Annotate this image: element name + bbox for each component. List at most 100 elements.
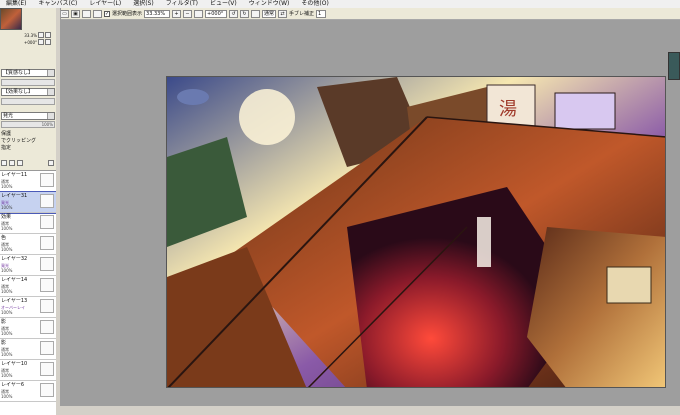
- rotate-reset-icon[interactable]: [251, 9, 261, 18]
- layer-thumbnail: [40, 341, 54, 355]
- rotate-left-icon[interactable]: [38, 39, 44, 45]
- layer-thumbnail: [40, 278, 54, 292]
- layer-thumbnail: [40, 320, 54, 334]
- paper-texture-value: 【質感なし】: [3, 70, 34, 76]
- protect-option[interactable]: 保護: [1, 131, 11, 137]
- chevron-down-icon: [47, 89, 54, 95]
- zoom-out-icon[interactable]: [45, 32, 51, 38]
- svg-text:湯: 湯: [499, 99, 517, 120]
- artwork-canvas[interactable]: 湯: [166, 76, 666, 388]
- layer-list: レイヤー11 通常 100% レイヤー31 発光 100% 効果 通常 100%…: [0, 170, 57, 415]
- invert-selection-icon[interactable]: ▣: [71, 9, 80, 18]
- show-selection-label: 選択範囲表示: [112, 11, 143, 17]
- paper-texture-select[interactable]: 【質感なし】: [1, 69, 55, 77]
- menu-window[interactable]: ウィンドウ(W): [243, 0, 296, 8]
- zoom-in-icon[interactable]: +: [172, 9, 182, 18]
- stabilizer-label: 手ブレ補正: [289, 11, 315, 17]
- delete-layer-icon[interactable]: [17, 160, 23, 166]
- menu-select[interactable]: 選択(S): [127, 0, 160, 8]
- texture-strength-slider[interactable]: [1, 79, 55, 86]
- zoom-in-icon[interactable]: [38, 32, 44, 38]
- menu-filter[interactable]: フィルタ(T): [160, 0, 204, 8]
- layer-name: 影: [1, 340, 7, 346]
- layer-row[interactable]: レイヤー6 通常 100%: [0, 381, 56, 402]
- new-folder-icon[interactable]: [9, 160, 15, 166]
- opacity-value: 100%: [41, 122, 53, 127]
- canvas-area[interactable]: 湯: [60, 20, 680, 406]
- layer-name: 効果: [1, 214, 12, 220]
- layer-thumbnail: [40, 173, 54, 187]
- layer-row[interactable]: 影 通常 100%: [0, 318, 56, 339]
- menu-view[interactable]: ビュー(V): [204, 0, 243, 8]
- layer-name: レイヤー10: [1, 361, 28, 367]
- effect-strength-slider[interactable]: [1, 98, 55, 105]
- layer-name: レイヤー31: [1, 193, 28, 199]
- chevron-down-icon: [47, 113, 54, 119]
- layer-row[interactable]: レイヤー11 通常 100%: [0, 171, 56, 192]
- mode-field[interactable]: 通常: [262, 9, 277, 18]
- menu-other[interactable]: その他(O): [295, 0, 334, 8]
- layer-opacity: 100%: [1, 226, 13, 231]
- layer-row[interactable]: 色 通常 100%: [0, 234, 56, 255]
- show-selection-checkbox[interactable]: ✓: [104, 10, 110, 17]
- rotate-right-icon[interactable]: ↻: [240, 9, 250, 18]
- zoom-field[interactable]: 33.33%: [144, 9, 171, 18]
- layer-thumbnail: [40, 257, 54, 271]
- layer-thumbnail: [40, 362, 54, 376]
- layer-opacity: 100%: [1, 331, 13, 336]
- grid-icon[interactable]: [93, 9, 102, 18]
- layer-name: レイヤー6: [1, 382, 25, 388]
- layer-row[interactable]: レイヤー13 オーバーレイ 100%: [0, 297, 56, 318]
- layer-opacity: 100%: [1, 205, 13, 210]
- layer-opacity: 100%: [1, 247, 13, 252]
- navigator-angle-row: +000°: [23, 39, 51, 45]
- layer-opacity: 100%: [1, 289, 13, 294]
- layer-row[interactable]: レイヤー32 発光 100%: [0, 255, 56, 276]
- navigator-thumbnail[interactable]: [0, 8, 22, 30]
- deselect-icon[interactable]: ▭: [60, 9, 69, 18]
- paper-effect-value: 【効果なし】: [3, 89, 34, 95]
- layer-toolbar: [0, 158, 56, 168]
- layer-name: レイヤー13: [1, 298, 28, 304]
- layer-name: レイヤー32: [1, 256, 28, 262]
- layer-row[interactable]: 効果 通常 100%: [0, 213, 56, 234]
- clipping-option[interactable]: でクリッピング: [1, 138, 36, 144]
- artwork-illustration: 湯: [167, 77, 665, 387]
- layer-row-selected[interactable]: レイヤー31 発光 100%: [0, 191, 57, 214]
- paper-effect-select[interactable]: 【効果なし】: [1, 88, 55, 96]
- designate-option[interactable]: 指定: [1, 145, 11, 151]
- layer-opacity: 100%: [1, 310, 13, 315]
- rotate-right-icon[interactable]: [45, 39, 51, 45]
- layer-thumbnail: [40, 215, 54, 229]
- rotate-left-icon[interactable]: ↺: [229, 9, 239, 18]
- layer-thumbnail: [40, 194, 54, 208]
- layer-name: レイヤー11: [1, 172, 28, 178]
- left-panel: 33.3% +000° 【質感なし】 【効果なし】 発光 100% 保護 でクリ…: [0, 8, 57, 415]
- select-all-icon[interactable]: [82, 9, 91, 18]
- layer-name: レイヤー14: [1, 277, 28, 283]
- menu-canvas[interactable]: キャンバス(C): [32, 0, 83, 8]
- layer-name: 影: [1, 319, 7, 325]
- layer-name: 色: [1, 235, 7, 241]
- opacity-slider[interactable]: 100%: [1, 121, 55, 128]
- layer-row[interactable]: レイヤー14 通常 100%: [0, 276, 56, 297]
- layer-row[interactable]: 影 通常 100%: [0, 339, 56, 360]
- layer-opacity: 100%: [1, 352, 13, 357]
- new-layer-icon[interactable]: [1, 160, 7, 166]
- stabilizer-field[interactable]: 1: [316, 9, 327, 18]
- menu-layer[interactable]: レイヤー(L): [83, 0, 127, 8]
- navigator-zoom-row: 33.3%: [23, 32, 51, 38]
- chevron-down-icon: [47, 70, 54, 76]
- zoom-reset-icon[interactable]: [194, 9, 204, 18]
- layer-opacity: 100%: [1, 373, 13, 378]
- blend-mode-value: 発光: [3, 113, 14, 119]
- blend-mode-select[interactable]: 発光: [1, 112, 55, 120]
- layer-row[interactable]: レイヤー10 通常 100%: [0, 360, 56, 381]
- flip-icon[interactable]: ⇄: [278, 9, 288, 18]
- zoom-out-icon[interactable]: −: [183, 9, 193, 18]
- layer-opacity: 100%: [1, 268, 13, 273]
- menu-edit[interactable]: 編集(E): [0, 0, 32, 8]
- floating-thumbnail[interactable]: [668, 52, 680, 80]
- layer-menu-icon[interactable]: [48, 160, 54, 166]
- angle-field[interactable]: +000°: [205, 9, 228, 18]
